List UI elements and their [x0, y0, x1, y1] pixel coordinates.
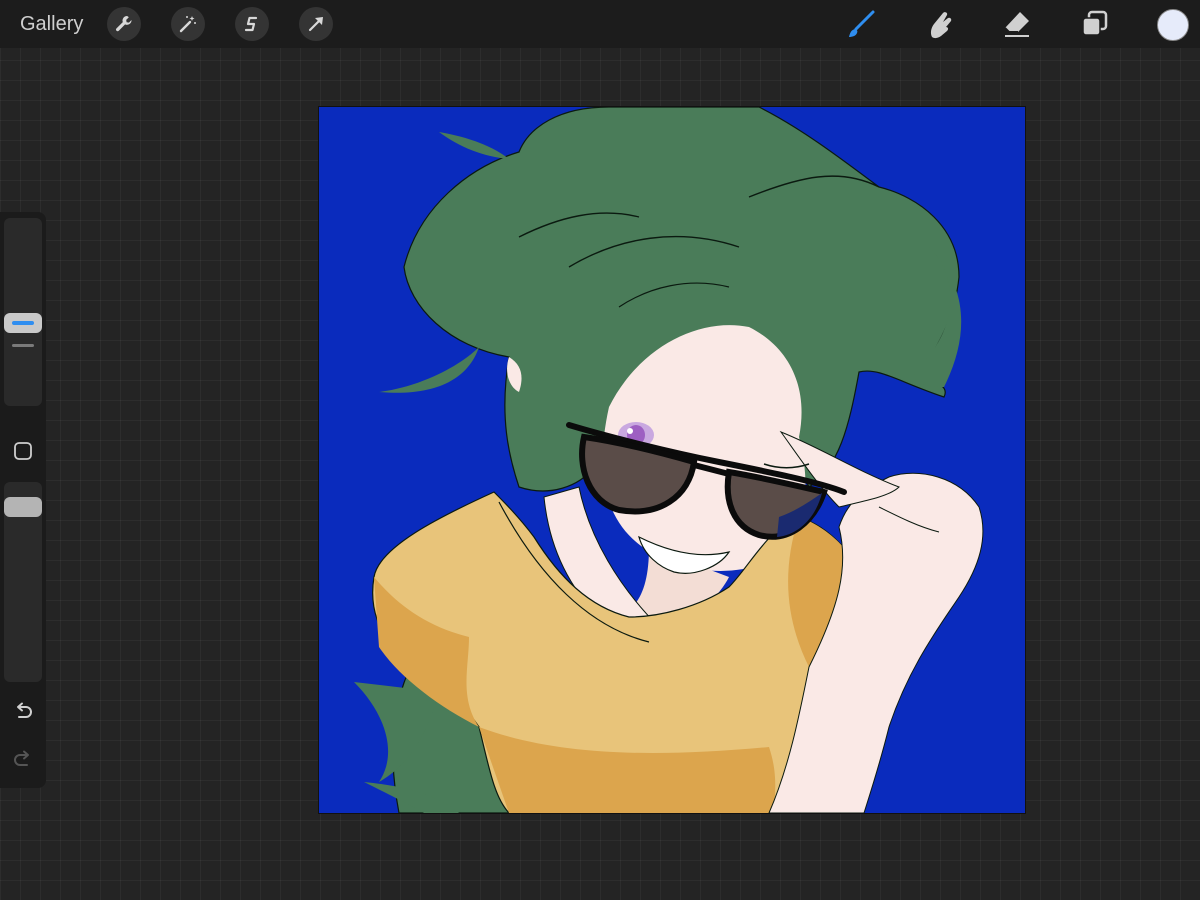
transform-button[interactable]: [299, 7, 333, 41]
brush-size-knob[interactable]: [4, 313, 42, 333]
layers-button[interactable]: [1079, 8, 1111, 40]
smudge-button[interactable]: [923, 8, 955, 40]
transform-arrow-icon: [308, 17, 323, 32]
eraser-icon: [1004, 12, 1029, 37]
redo-button[interactable]: [11, 748, 35, 772]
wrench-icon: [116, 16, 132, 32]
eraser-button[interactable]: [1001, 8, 1033, 40]
selection-icon: [244, 16, 258, 32]
brush-size-tick: [12, 344, 34, 347]
left-sidebar: [0, 212, 46, 788]
undo-icon: [17, 702, 32, 718]
brush-button[interactable]: [845, 8, 877, 40]
undo-button[interactable]: [11, 700, 35, 724]
magic-wand-icon: [179, 16, 196, 33]
modify-square-icon: [14, 442, 32, 460]
gallery-button[interactable]: Gallery: [20, 12, 83, 36]
selection-button[interactable]: [235, 7, 269, 41]
redo-icon: [14, 750, 29, 766]
layers-icon: [1082, 10, 1108, 36]
brush-icon: [849, 10, 875, 37]
drawing-canvas[interactable]: [318, 106, 1026, 814]
opacity-knob[interactable]: [4, 497, 42, 517]
brush-size-slider[interactable]: [4, 218, 42, 406]
adjustments-button[interactable]: [171, 7, 205, 41]
color-picker-swatch[interactable]: [1157, 9, 1189, 41]
artwork-illustration: [319, 107, 1025, 813]
smudge-icon: [930, 12, 952, 39]
top-toolbar: Gallery: [0, 0, 1200, 48]
modify-button[interactable]: [13, 441, 33, 461]
actions-button[interactable]: [107, 7, 141, 41]
